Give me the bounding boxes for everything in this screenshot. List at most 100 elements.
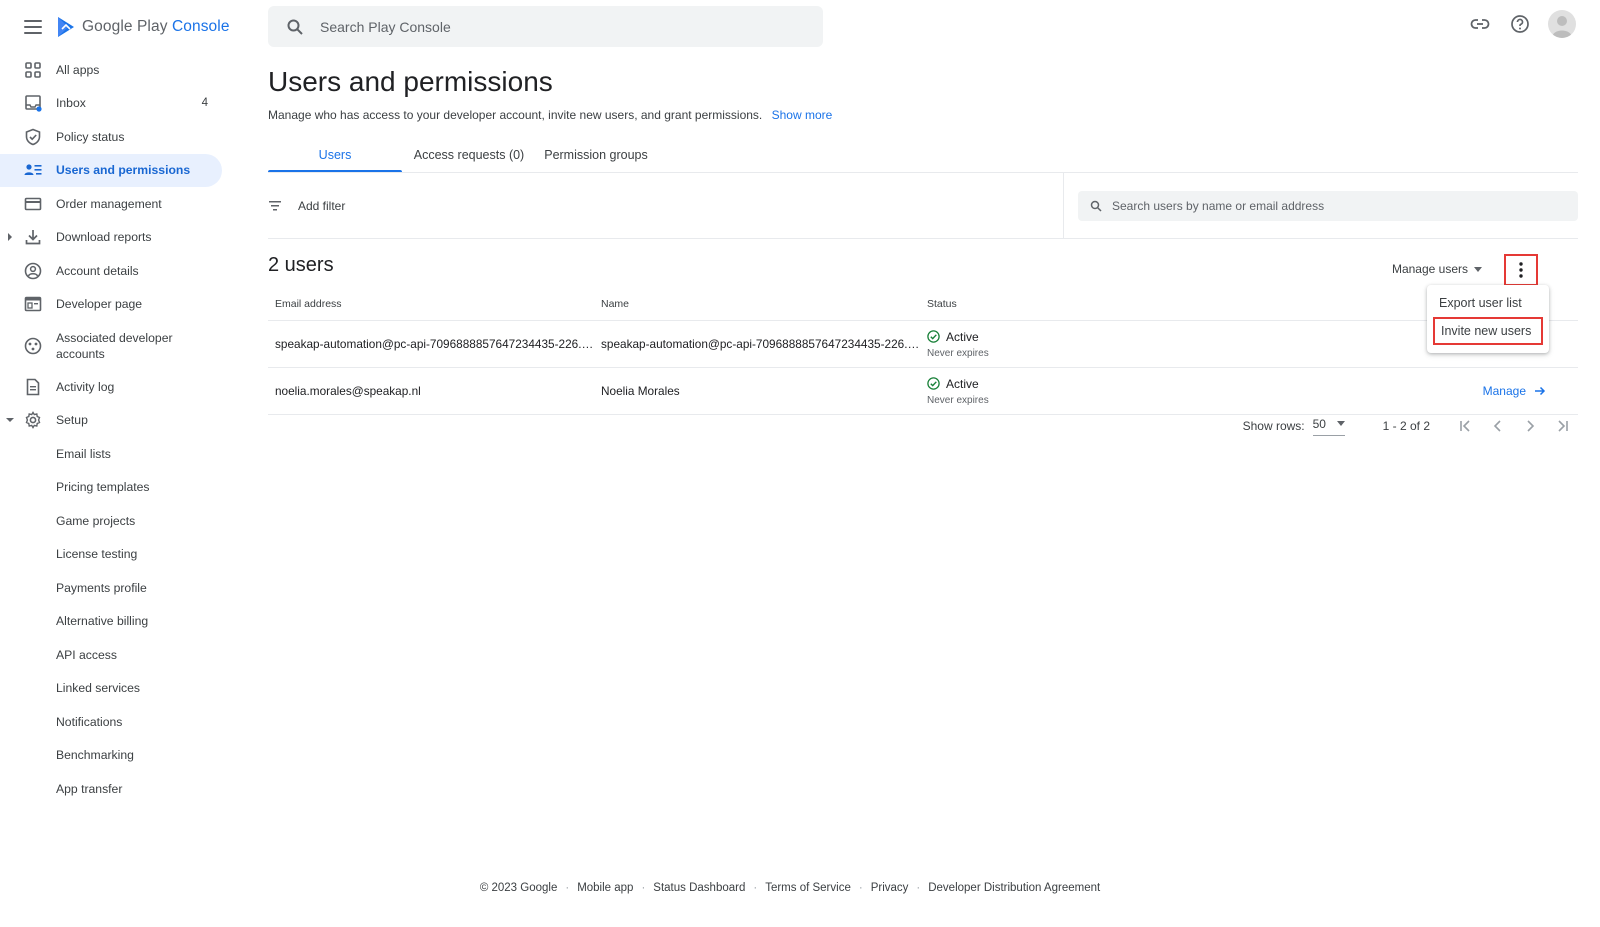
pagination: Show rows: 50 1 - 2 of 2: [1243, 414, 1578, 438]
sidebar-item-license-testing[interactable]: License testing: [0, 538, 222, 572]
sidebar-item-api-access[interactable]: API access: [0, 638, 222, 672]
add-filter-button[interactable]: Add filter: [268, 199, 345, 213]
sidebar-item-download-reports[interactable]: Download reports: [0, 221, 222, 255]
sidebar-item-label: Benchmarking: [56, 748, 134, 763]
add-filter-label: Add filter: [298, 199, 346, 213]
search-input[interactable]: [320, 18, 780, 35]
user-search-input[interactable]: [1112, 199, 1562, 213]
brand-name[interactable]: Google Play Console: [82, 18, 230, 36]
column-header-name[interactable]: Name: [594, 298, 920, 310]
tab-bar: Users Access requests (0) Permission gro…: [268, 140, 656, 173]
footer-link-mobile-app[interactable]: Mobile app: [577, 882, 633, 894]
status-line: Active: [927, 377, 1220, 391]
account-circle-icon: [24, 262, 42, 280]
sidebar-item-label: Associated developer accounts: [56, 330, 173, 361]
arrow-right-icon: [1535, 386, 1546, 396]
sidebar-item-account-details[interactable]: Account details: [0, 254, 222, 288]
sidebar-item-benchmarking[interactable]: Benchmarking: [0, 739, 222, 773]
menu-item-invite-new-users[interactable]: Invite new users: [1433, 317, 1543, 345]
show-more-link[interactable]: Show more: [772, 108, 833, 122]
show-rows-label: Show rows:: [1242, 419, 1305, 433]
search-icon: [1090, 200, 1102, 212]
footer-link-privacy[interactable]: Privacy: [871, 882, 909, 894]
search-icon: [287, 19, 303, 35]
sidebar-item-label: Pricing templates: [56, 480, 150, 495]
sidebar-item-notifications[interactable]: Notifications: [0, 705, 222, 739]
sidebar-item-policy-status[interactable]: Policy status: [0, 120, 222, 154]
dropdown-arrow-icon: [1336, 421, 1345, 426]
sidebar-item-all-apps[interactable]: All apps: [0, 53, 222, 87]
sidebar-item-label: Game projects: [56, 513, 136, 528]
download-icon: [25, 230, 41, 245]
grid-icon: [25, 61, 41, 78]
document-icon: [26, 378, 40, 396]
sidebar-item-linked-services[interactable]: Linked services: [0, 672, 222, 706]
last-page-icon: [1558, 420, 1568, 432]
status-text: Active: [946, 376, 979, 391]
caret-right-icon[interactable]: [6, 233, 14, 242]
hamburger-menu-icon[interactable]: [24, 20, 42, 34]
chevron-left-icon: [1493, 420, 1501, 432]
users-list-icon: [24, 164, 42, 176]
first-page-icon: [1460, 420, 1470, 432]
first-page-button[interactable]: [1450, 414, 1482, 438]
sidebar-item-users-and-permissions[interactable]: Users and permissions: [0, 153, 222, 187]
sidebar-item-app-transfer[interactable]: App transfer: [0, 772, 222, 806]
footer-separator: ·: [858, 882, 863, 894]
footer-link-terms[interactable]: Terms of Service: [765, 882, 851, 894]
column-header-status[interactable]: Status: [920, 298, 1220, 310]
tab-access-requests[interactable]: Access requests (0): [402, 140, 536, 172]
sidebar-item-activity-log[interactable]: Activity log: [0, 370, 222, 404]
more-options-menu: Export user list Invite new users: [1427, 285, 1549, 353]
brand-header: Google Play Console: [24, 14, 230, 40]
table-row[interactable]: speakap-automation@pc-api-70968888576472…: [268, 321, 1578, 368]
expiry-text: Never expires: [927, 347, 989, 359]
rows-per-page-select[interactable]: 50: [1312, 416, 1345, 436]
shield-icon: [25, 128, 41, 146]
sidebar-item-inbox[interactable]: Inbox 4: [0, 87, 222, 121]
caret-down-icon[interactable]: [6, 416, 14, 424]
manage-users-dropdown[interactable]: Manage users: [1392, 262, 1482, 276]
filter-icon: [269, 201, 281, 211]
sidebar-item-label: Order management: [56, 196, 162, 211]
user-search-bar[interactable]: [1078, 191, 1578, 221]
top-search-bar[interactable]: [268, 6, 823, 47]
sidebar-nav: All apps Inbox 4 Policy status Users and…: [0, 53, 222, 806]
link-icon[interactable]: [1468, 12, 1492, 36]
inbox-count-badge: 4: [201, 97, 208, 110]
sidebar-item-label: App transfer: [56, 781, 123, 796]
footer-link-dda[interactable]: Developer Distribution Agreement: [928, 882, 1100, 894]
sidebar-item-label: Notifications: [56, 714, 123, 729]
column-header-email[interactable]: Email address: [268, 298, 594, 310]
table-row[interactable]: noelia.morales@speakap.nl Noelia Morales…: [268, 368, 1578, 415]
inbox-icon: [25, 95, 42, 112]
tab-users[interactable]: Users: [268, 140, 402, 173]
sidebar-item-label: Developer page: [56, 297, 143, 312]
more-options-button[interactable]: [1504, 254, 1538, 286]
play-console-logo-icon: [58, 17, 74, 37]
help-icon[interactable]: [1508, 12, 1532, 36]
last-page-button[interactable]: [1546, 414, 1578, 438]
sidebar-item-associated-developer-accounts[interactable]: Associated developer accounts: [0, 321, 222, 370]
gear-icon: [25, 411, 41, 430]
avatar[interactable]: [1548, 10, 1576, 38]
rows-per-page-value: 50: [1312, 416, 1326, 431]
next-page-button[interactable]: [1514, 414, 1546, 438]
page-range: 1 - 2 of 2: [1382, 419, 1430, 433]
prev-page-button[interactable]: [1482, 414, 1514, 438]
manage-user-link[interactable]: Manage: [1483, 384, 1546, 398]
footer-separator: ·: [753, 882, 758, 894]
sidebar-item-payments-profile[interactable]: Payments profile: [0, 571, 222, 605]
sidebar-item-alternative-billing[interactable]: Alternative billing: [0, 605, 222, 639]
sidebar-item-game-projects[interactable]: Game projects: [0, 504, 222, 538]
sidebar-item-pricing-templates[interactable]: Pricing templates: [0, 471, 222, 505]
sidebar-item-email-lists[interactable]: Email lists: [0, 437, 222, 471]
menu-item-export-user-list[interactable]: Export user list: [1427, 289, 1549, 317]
filter-section: Add filter: [268, 173, 1064, 239]
sidebar-item-order-management[interactable]: Order management: [0, 187, 222, 221]
tab-permission-groups[interactable]: Permission groups: [536, 140, 656, 172]
sidebar-item-setup[interactable]: Setup: [0, 404, 222, 438]
footer-link-status-dashboard[interactable]: Status Dashboard: [653, 882, 745, 894]
more-vert-icon: [1519, 262, 1523, 278]
sidebar-item-developer-page[interactable]: Developer page: [0, 288, 222, 322]
